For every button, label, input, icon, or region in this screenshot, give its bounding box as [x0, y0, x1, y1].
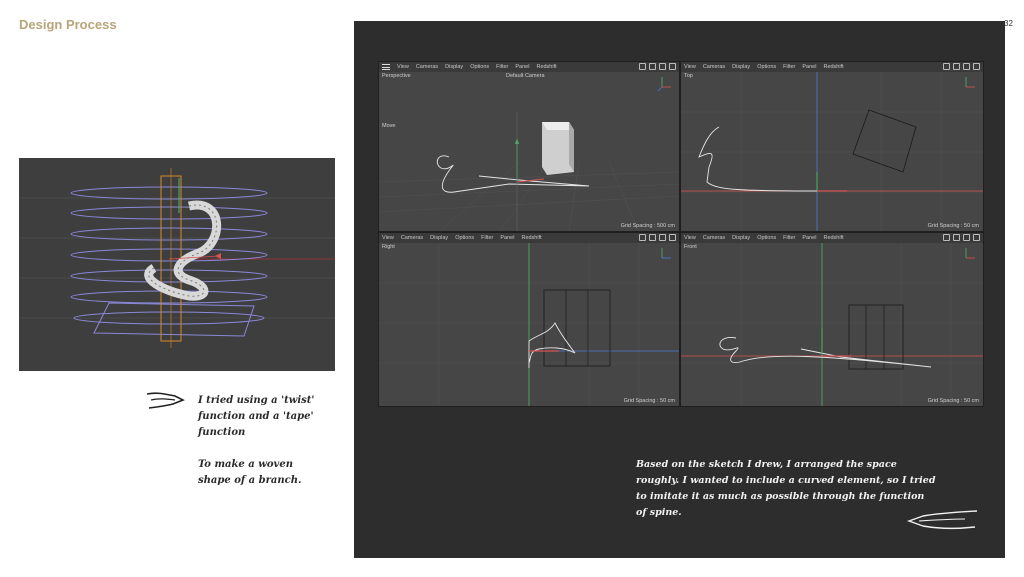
- page-title: Design Process: [19, 17, 117, 32]
- move-view-icon[interactable]: [639, 63, 646, 70]
- menu-display[interactable]: Display: [732, 64, 750, 70]
- viewport-top[interactable]: View Cameras Display Options Filter Pane…: [680, 61, 984, 232]
- rotate-icon[interactable]: [963, 234, 970, 241]
- viewport-label: Right: [382, 244, 395, 250]
- menu-filter[interactable]: Filter: [783, 235, 795, 241]
- menu-cameras[interactable]: Cameras: [416, 64, 438, 70]
- pan-icon[interactable]: [649, 63, 656, 70]
- menu-display[interactable]: Display: [732, 235, 750, 241]
- twist-note-line2: To make a woven shape of a branch.: [198, 459, 302, 486]
- grid-spacing: Grid Spacing : 500 cm: [620, 223, 675, 229]
- menu-cameras[interactable]: Cameras: [401, 235, 423, 241]
- menu-redshift[interactable]: Redshift: [536, 64, 556, 70]
- move-view-icon[interactable]: [639, 234, 646, 241]
- twist-note-line1: I tried using a 'twist' function and a '…: [198, 395, 315, 438]
- twist-render-image: [19, 158, 335, 371]
- menu-filter[interactable]: Filter: [496, 64, 508, 70]
- arrow-right-icon: [146, 392, 185, 409]
- camera-label[interactable]: Default Camera: [506, 73, 545, 79]
- spine-note: Based on the sketch I drew, I arranged t…: [636, 459, 936, 518]
- menu-panel[interactable]: Panel: [500, 235, 514, 241]
- menu-display[interactable]: Display: [430, 235, 448, 241]
- menu-panel[interactable]: Panel: [515, 64, 529, 70]
- grid-spacing: Grid Spacing : 50 cm: [623, 398, 675, 404]
- menu-filter[interactable]: Filter: [783, 64, 795, 70]
- maximize-icon[interactable]: [973, 63, 980, 70]
- move-view-icon[interactable]: [943, 63, 950, 70]
- pan-icon[interactable]: [649, 234, 656, 241]
- viewport-label: Front: [684, 244, 697, 250]
- grid-spacing: Grid Spacing : 50 cm: [927, 223, 979, 229]
- menu-options[interactable]: Options: [470, 64, 489, 70]
- menu-panel[interactable]: Panel: [802, 235, 816, 241]
- menu-view[interactable]: View: [684, 64, 696, 70]
- viewport-perspective[interactable]: View Cameras Display Options Filter Pane…: [378, 61, 680, 232]
- rotate-icon[interactable]: [963, 63, 970, 70]
- viewport-front[interactable]: View Cameras Display Options Filter Pane…: [680, 232, 984, 407]
- grid-spacing: Grid Spacing : 50 cm: [927, 398, 979, 404]
- tool-label: Move: [382, 123, 396, 129]
- rotate-icon[interactable]: [659, 234, 666, 241]
- pan-icon[interactable]: [953, 234, 960, 241]
- maximize-icon[interactable]: [973, 234, 980, 241]
- twist-note: I tried using a 'twist' function and a '…: [198, 393, 328, 489]
- c4d-viewports: View Cameras Display Options Filter Pane…: [378, 61, 984, 407]
- menu-display[interactable]: Display: [445, 64, 463, 70]
- menu-filter[interactable]: Filter: [481, 235, 493, 241]
- menu-view[interactable]: View: [397, 64, 409, 70]
- viewport-right[interactable]: View Cameras Display Options Filter Pane…: [378, 232, 680, 407]
- pan-icon[interactable]: [953, 63, 960, 70]
- viewport-label: Top: [684, 73, 693, 79]
- menu-view[interactable]: View: [382, 235, 394, 241]
- menu-icon[interactable]: [382, 64, 390, 70]
- menu-view[interactable]: View: [684, 235, 696, 241]
- menu-panel[interactable]: Panel: [802, 64, 816, 70]
- menu-redshift[interactable]: Redshift: [823, 64, 843, 70]
- menu-options[interactable]: Options: [455, 235, 474, 241]
- viewport-label: Perspective: [382, 73, 411, 79]
- menu-redshift[interactable]: Redshift: [823, 235, 843, 241]
- menu-cameras[interactable]: Cameras: [703, 64, 725, 70]
- menu-options[interactable]: Options: [757, 235, 776, 241]
- menu-redshift[interactable]: Redshift: [521, 235, 541, 241]
- menu-cameras[interactable]: Cameras: [703, 235, 725, 241]
- move-view-icon[interactable]: [943, 234, 950, 241]
- maximize-icon[interactable]: [669, 63, 676, 70]
- maximize-icon[interactable]: [669, 234, 676, 241]
- rotate-icon[interactable]: [659, 63, 666, 70]
- page-number: 32: [1004, 19, 1013, 28]
- menu-options[interactable]: Options: [757, 64, 776, 70]
